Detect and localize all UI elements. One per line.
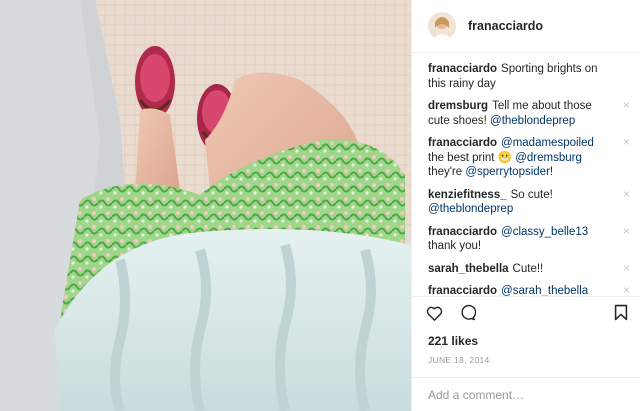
comment-text: they're bbox=[428, 166, 466, 178]
avatar-image bbox=[428, 12, 456, 40]
header-username[interactable]: franacciardo bbox=[468, 19, 543, 33]
heart-icon[interactable] bbox=[426, 305, 443, 321]
comment-icon[interactable] bbox=[459, 304, 476, 321]
post-header: franacciardo bbox=[412, 0, 640, 53]
mention-link[interactable]: @theblondeprep bbox=[428, 203, 513, 215]
action-bar bbox=[412, 296, 640, 328]
comment-text: the best print 😬 bbox=[428, 151, 516, 164]
like-count[interactable]: 221 likes bbox=[412, 328, 640, 348]
comment-item: franacciardo @madamespoiled the best prin… bbox=[428, 136, 630, 180]
mention-link[interactable]: @sarah_thebella bbox=[501, 285, 588, 296]
comment-username[interactable]: franacciardo bbox=[428, 285, 497, 296]
comment-text: So cute! bbox=[510, 188, 553, 201]
comment-item: kenziefitness_ So cute! @theblondeprep × bbox=[428, 188, 630, 217]
delete-comment-icon[interactable]: × bbox=[623, 136, 630, 148]
caption-username[interactable]: franacciardo bbox=[428, 63, 497, 75]
avatar[interactable] bbox=[428, 12, 456, 40]
comment-list: franacciardo Sporting brights on this rai… bbox=[412, 53, 640, 296]
comment-username[interactable]: sarah_thebella bbox=[428, 263, 509, 275]
mention-link[interactable]: @classy_belle13 bbox=[501, 226, 588, 238]
delete-comment-icon[interactable]: × bbox=[623, 284, 630, 296]
post-date: JUNE 18, 2014 bbox=[428, 355, 490, 365]
comment-item: franacciardo@sarah_thebella thanks!× bbox=[428, 284, 630, 296]
add-comment-input[interactable]: Add a comment… bbox=[412, 377, 640, 411]
comment-username[interactable]: franacciardo bbox=[428, 137, 497, 149]
comment-text: Cute!! bbox=[512, 262, 544, 275]
mention-link[interactable]: @theblondeprep bbox=[490, 115, 575, 127]
post-sidebar: franacciardo franacciardo Sporting bright… bbox=[411, 0, 640, 411]
photo-illustration bbox=[0, 0, 411, 411]
delete-comment-icon[interactable]: × bbox=[623, 188, 630, 200]
delete-comment-icon[interactable]: × bbox=[623, 99, 630, 111]
comment-item: sarah_thebella Cute!! × bbox=[428, 262, 630, 277]
post-photo[interactable] bbox=[0, 0, 411, 411]
comment-username[interactable]: kenziefitness_ bbox=[428, 189, 507, 201]
comment-username[interactable]: franacciardo bbox=[428, 226, 497, 238]
mention-link[interactable]: @madamespoiled bbox=[501, 137, 594, 149]
bookmark-icon[interactable] bbox=[614, 304, 628, 324]
comment-text: thank you! bbox=[428, 240, 482, 252]
delete-comment-icon[interactable]: × bbox=[623, 225, 630, 237]
mention-link[interactable]: @sperrytopsider bbox=[465, 166, 550, 178]
comment-item: franacciardo @classy_belle13 thank you! × bbox=[428, 225, 630, 254]
comment-username[interactable]: dremsburg bbox=[428, 100, 488, 112]
comment-item: dremsburg Tell me about those cute shoes!… bbox=[428, 99, 630, 128]
comment-text: ! bbox=[549, 166, 554, 178]
caption: franacciardo Sporting brights on this rai… bbox=[428, 62, 630, 91]
delete-comment-icon[interactable]: × bbox=[623, 262, 630, 274]
instagram-post: franacciardo franacciardo Sporting bright… bbox=[0, 0, 640, 411]
mention-link[interactable]: @dremsburg bbox=[515, 152, 582, 164]
